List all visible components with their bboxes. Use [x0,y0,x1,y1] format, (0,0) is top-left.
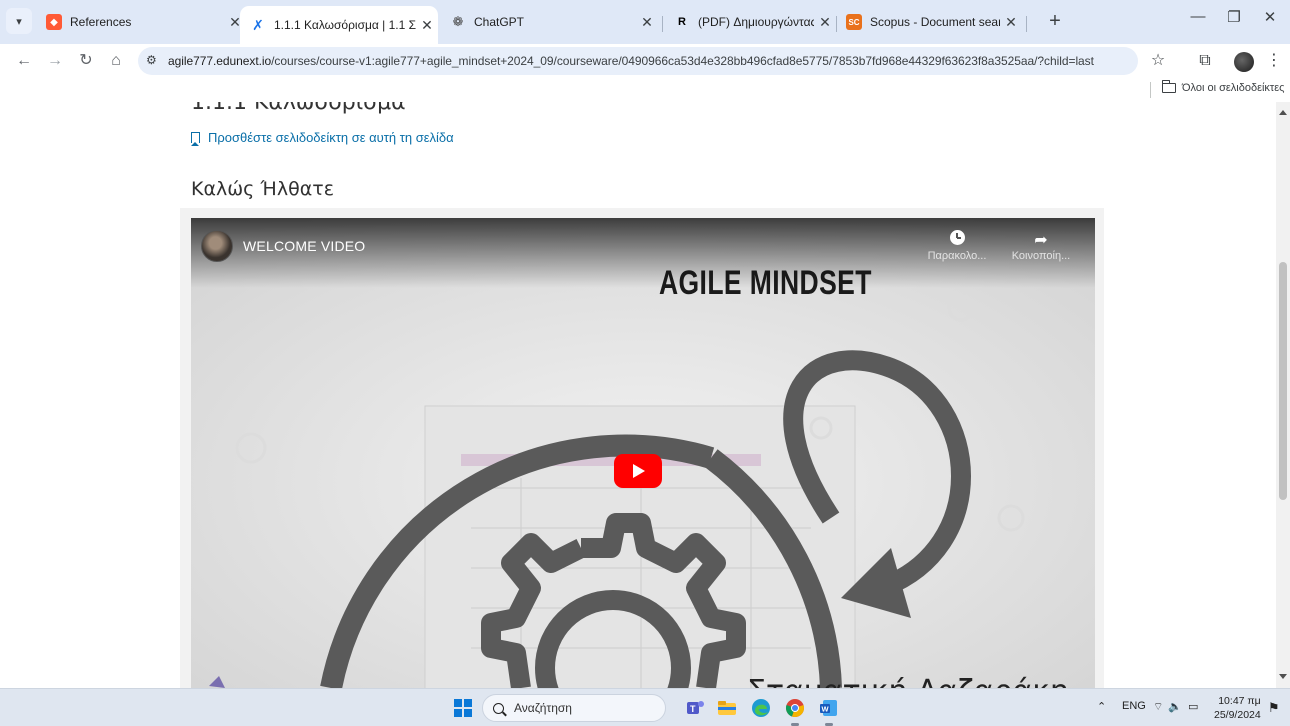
close-icon[interactable]: ✕ [814,14,836,31]
tab-search-chevron-down-icon[interactable]: ▾ [6,8,32,34]
word-icon[interactable]: W [818,697,840,719]
video-player[interactable]: AGILE MINDSET Σταματική Λαζαράκη WELCOME… [191,218,1095,688]
researchgate-icon: R [678,16,686,28]
tab-strip: ▾ ◆ References ✕ ✗ 1.1.1 Καλωσόρισμα | 1… [0,0,1290,44]
teams-icon[interactable]: T [684,697,706,719]
tab-references[interactable]: ◆ References ✕ [36,6,246,38]
tab-title: 1.1.1 Καλωσόρισμα | 1.1 Σχετικ [274,18,416,32]
tab-title: (PDF) Δημιουργώντας βίντεο γ [698,15,814,29]
close-icon[interactable]: ✕ [636,14,658,31]
tab-course-active[interactable]: ✗ 1.1.1 Καλωσόρισμα | 1.1 Σχετικ ✕ [240,6,438,44]
search-icon [493,702,504,714]
back-arrow-icon[interactable]: ← [12,49,36,73]
browser-menu-icon[interactable]: ⋮ [1262,49,1286,73]
presenter-name: Σταματική Λαζαράκη [747,674,1069,688]
new-tab-button[interactable]: + [1042,9,1068,35]
taskbar-clock[interactable]: 10:47 πμ 25/9/2024 [1214,694,1261,722]
extensions-icon[interactable]: ⧉ [1193,49,1217,73]
share-label: Κοινοποίη... [1011,250,1071,262]
close-icon[interactable]: ✕ [1000,14,1022,31]
windows-taskbar: Αναζήτηση T W ⌃ ENG ⌔ 🔈 ▭ 10:47 πμ 25/9/… [0,688,1290,726]
reload-icon[interactable]: ↻ [74,49,98,73]
scroll-up-arrow-icon[interactable] [1279,110,1287,115]
bookmarks-bar: Όλοι οι σελιδοδείκτες [0,78,1290,102]
tray-chevron-up-icon[interactable]: ⌃ [1097,700,1106,713]
edx-icon: ✗ [252,16,264,33]
tab-title: Scopus - Document search resu [870,15,1000,29]
address-bar[interactable]: ⚙ agile777.edunext.io/courses/course-v1:… [138,47,1138,75]
folder-icon [1161,80,1176,93]
profile-avatar[interactable] [1234,52,1254,72]
add-bookmark-label: Προσθέστε σελιδοδείκτη σε αυτή τη σελίδα [208,130,454,145]
file-explorer-icon[interactable] [716,697,738,719]
youtube-play-icon[interactable] [614,454,662,488]
edge-icon[interactable] [750,697,772,719]
tab-title: ChatGPT [474,15,525,29]
page-viewport: 1.1.1 Καλωσόρισμα Προσθέστε σελιδοδείκτη… [0,102,1290,688]
clock-icon [949,230,965,245]
tab-scopus[interactable]: SC Scopus - Document search resu ✕ [836,6,1022,38]
bookmark-star-icon[interactable]: ☆ [1146,49,1170,73]
battery-icon[interactable]: ▭ [1188,700,1198,713]
watch-later-button[interactable]: Παρακολο... [921,230,993,262]
close-icon[interactable]: ✕ [416,17,438,34]
forward-arrow-icon[interactable]: → [43,49,67,73]
all-bookmarks-label: Όλοι οι σελιδοδείκτες [1182,82,1285,94]
share-button[interactable]: ➦ Κοινοποίη... [1005,230,1077,262]
references-icon: ◆ [46,14,62,30]
taskbar-search[interactable]: Αναζήτηση [482,694,666,722]
taskbar-search-placeholder: Αναζήτηση [514,701,572,715]
share-arrow-icon: ➦ [1034,232,1048,249]
all-bookmarks-button[interactable]: Όλοι οι σελιδοδείκτες [1161,80,1285,94]
clock-date: 25/9/2024 [1214,709,1261,721]
url-host: agile777.edunext.io [168,54,272,68]
svg-text:T: T [690,704,696,714]
scopus-icon: SC [846,14,862,30]
scroll-down-arrow-icon[interactable] [1279,674,1287,679]
page-title: 1.1.1 Καλωσόρισμα [191,102,406,115]
window-close-icon[interactable]: ✕ [1250,8,1290,26]
chatgpt-icon: ❁ [452,14,464,29]
add-bookmark-link[interactable]: Προσθέστε σελιδοδείκτη σε αυτή τη σελίδα [190,130,454,146]
bookmarks-separator [1150,82,1151,98]
bookmark-icon [190,132,200,146]
svg-text:W: W [822,705,830,714]
windows-start-icon[interactable] [454,699,472,717]
browser-toolbar: ← → ↻ ⌂ ⚙ agile777.edunext.io/courses/co… [0,44,1290,78]
minimize-icon[interactable]: — [1178,8,1218,25]
video-thumbnail [191,218,1095,688]
watch-later-label: Παρακολο... [927,250,987,262]
notifications-icon[interactable]: ⚑ [1268,700,1280,716]
url-text[interactable]: agile777.edunext.io/courses/course-v1:ag… [168,54,1094,68]
section-heading: Καλώς Ήλθατε [191,178,334,200]
chrome-icon[interactable] [784,697,806,719]
channel-avatar[interactable] [201,230,233,262]
scroll-thumb[interactable] [1279,262,1287,500]
tab-separator [1026,16,1027,32]
video-title[interactable]: WELCOME VIDEO [243,238,365,254]
url-path: /courses/course-v1:agile777+agile_mindse… [271,54,1094,68]
tab-chatgpt[interactable]: ❁ ChatGPT ✕ [440,6,658,38]
wifi-icon[interactable]: ⌔ [1153,700,1163,714]
clock-time: 10:47 πμ [1218,695,1261,707]
tab-separator [662,16,663,32]
volume-icon[interactable]: 🔈 [1168,700,1182,713]
page-scrollbar[interactable] [1276,102,1290,688]
restore-icon[interactable]: ❐ [1214,8,1254,26]
tab-title: References [70,15,132,29]
language-indicator[interactable]: ENG [1122,700,1146,712]
tab-researchgate[interactable]: R (PDF) Δημιουργώντας βίντεο γ ✕ [664,6,836,38]
site-settings-icon[interactable]: ⚙ [146,53,157,67]
home-icon[interactable]: ⌂ [104,49,128,73]
